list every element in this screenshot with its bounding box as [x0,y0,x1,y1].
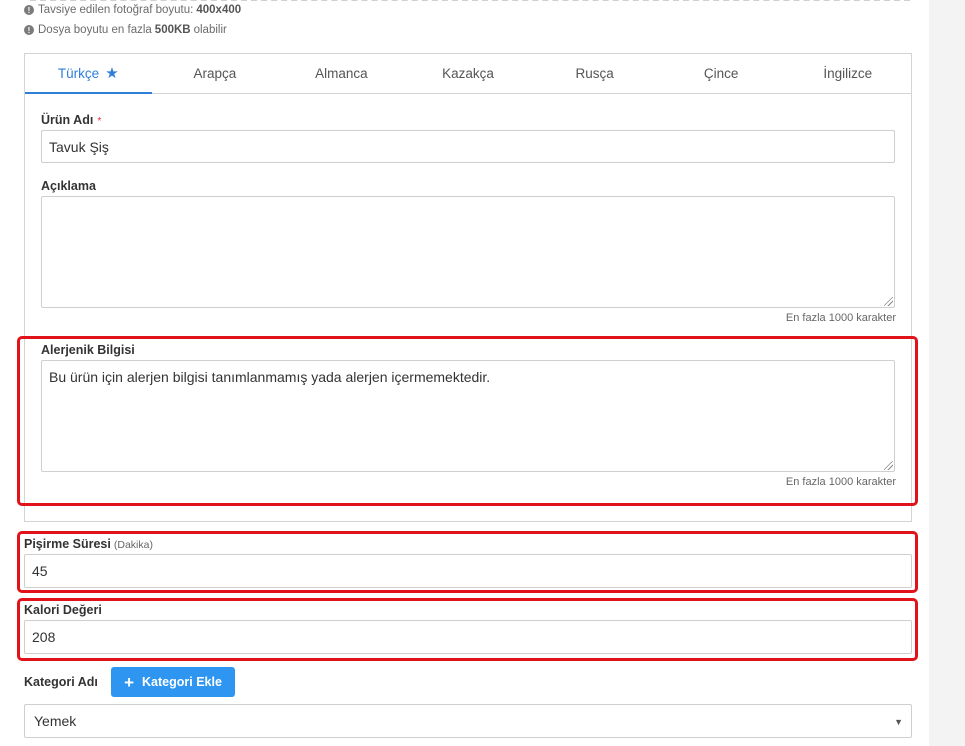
info-icon: ! [24,25,34,35]
tab-english[interactable]: İngilizce [784,54,911,93]
star-icon: ★ [105,65,119,82]
highlight-allergen [17,336,918,506]
highlight-cooking-time [17,531,918,593]
category-label: Kategori Adı [24,675,98,689]
required-mark: * [97,116,102,127]
info-icon: ! [24,5,34,15]
upload-area-border [30,0,910,3]
file-size-hint: ! Dosya boyutu en fazla 500KB olabilir [24,24,227,36]
photo-size-hint: ! Tavsiye edilen fotoğraf boyutu: 400x40… [24,4,241,16]
description-textarea[interactable] [41,196,895,308]
tab-german[interactable]: Almanca [278,54,405,93]
tab-russian[interactable]: Rusça [531,54,658,93]
tab-turkish[interactable]: Türkçe ★ [25,54,152,94]
product-name-input[interactable]: Tavuk Şiş [41,130,895,163]
category-select[interactable]: Yemek ▼ [24,704,912,738]
highlight-calorie [17,598,918,661]
tab-kazakh[interactable]: Kazakça [405,54,532,93]
resize-handle[interactable] [884,297,893,306]
plus-icon: + [124,672,135,692]
description-char-limit: En fazla 1000 karakter [785,312,896,324]
add-category-button[interactable]: + Kategori Ekle [111,667,235,697]
tab-chinese[interactable]: Çince [658,54,785,93]
language-tabs: Türkçe ★ Arapça Almanca Kazakça Rusça Çin… [25,54,911,94]
chevron-down-icon: ▼ [894,717,903,727]
tab-arabic[interactable]: Arapça [152,54,279,93]
description-label: Açıklama [41,179,96,193]
product-name-label: Ürün Adı * [41,113,102,127]
